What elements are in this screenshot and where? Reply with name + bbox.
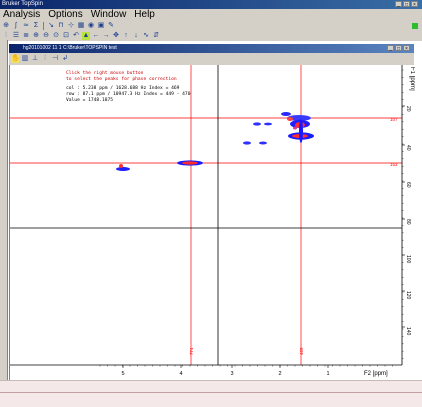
window-controls: _ □ × — [395, 1, 418, 8]
zoom-in-icon[interactable]: ⊕ — [32, 32, 40, 40]
phase-mode-icon[interactable]: ✋ — [11, 55, 20, 63]
close-button[interactable]: × — [411, 1, 418, 8]
zoom-out-icon[interactable]: ⊖ — [42, 32, 50, 40]
toolbar-2: ⫶ ☰ ≣ ⊕ ⊖ ⊙ ⊡ ↶ ▲ ← → ✥ ↑ ↓ ∿ ⇵ — [0, 31, 422, 41]
spectrum-plot[interactable]: Click the right mouse button to select t… — [10, 65, 415, 380]
info-line-5: Value = 1748.1875 — [66, 97, 113, 103]
f1-tick-label: 40 — [405, 145, 411, 151]
status-bar — [0, 380, 422, 407]
smooth-icon[interactable]: ∿ — [142, 32, 150, 40]
return-icon[interactable]: ↲ — [61, 55, 69, 63]
minimize-button[interactable]: _ — [395, 1, 402, 8]
spectrum-window-title-bar: hg20101002 11 1 C:\Bruker\TOPSPIN test _… — [9, 44, 414, 53]
contour-level-icon[interactable]: ▲ — [82, 32, 90, 40]
baseline-icon[interactable]: ≃ — [22, 22, 30, 30]
f1-tick-label: 80 — [405, 219, 411, 225]
zoom-region-icon[interactable]: ⊡ — [62, 32, 70, 40]
f2-tick-label: 1 — [327, 371, 330, 377]
phase-icon[interactable]: ⊕ — [2, 22, 10, 30]
menu-help[interactable]: Help — [134, 9, 155, 21]
undo-zoom-icon[interactable]: ↶ — [72, 32, 80, 40]
f1-tick-label: 100 — [405, 255, 411, 264]
row-icon[interactable]: ⊣ — [51, 55, 59, 63]
f2-tick-label: 5 — [122, 371, 125, 377]
peak-pick-icon[interactable]: ↘ — [47, 22, 55, 30]
f1-tick-label: 20 — [405, 106, 411, 112]
scale-down-icon[interactable]: ⊥ — [31, 55, 39, 63]
f2-tick-label: 4 — [180, 371, 183, 377]
split-icon[interactable]: ⫶ — [2, 32, 10, 40]
column-icon[interactable]: ⫶ — [41, 55, 49, 63]
menu-window[interactable]: Window — [91, 9, 127, 21]
f1-tick-label: 120 — [405, 291, 411, 300]
toolbar-1: ⊕ ∫ ≃ Σ ↘ ⊓ ⊹ ▦ ◉ ▣ ✎ — [0, 21, 422, 31]
menu-options[interactable]: Options — [48, 9, 82, 21]
spectrum-maximize-button[interactable]: □ — [395, 45, 402, 52]
sigma-icon[interactable]: Σ — [32, 22, 40, 30]
spectrum-minimize-button[interactable]: _ — [387, 45, 394, 52]
f1-axis-ticks: 20 40 60 80 100 120 140 — [402, 69, 411, 359]
f1-axis-label: F1 [ppm] — [409, 67, 415, 91]
spectrum-toolbar: ✋ ▥ ⊥ ⫶ ⊣ ↲ — [9, 53, 414, 65]
cursor-icon[interactable]: ⊹ — [67, 22, 75, 30]
contour-icon[interactable]: ◉ — [87, 22, 95, 30]
region-icon[interactable]: ▥ — [21, 55, 29, 63]
integrate-icon[interactable]: ∫ — [12, 22, 20, 30]
menu-bar: Analysis Options Window Help — [0, 9, 422, 21]
peak-cluster-left — [116, 160, 203, 171]
status-green-icon — [412, 23, 418, 29]
row-marker-1: 107 — [390, 117, 398, 122]
move-icon[interactable]: ✥ — [112, 32, 120, 40]
f2-axis-label: F2 [ppm] — [364, 371, 388, 377]
col-marker-1: 774 — [189, 347, 194, 355]
menu-analysis[interactable]: Analysis — [3, 9, 40, 21]
arrow-up-icon[interactable]: ↑ — [122, 32, 130, 40]
arrow-down-icon[interactable]: ↓ — [132, 32, 140, 40]
info-text-block: Click the right mouse button to select t… — [66, 70, 191, 103]
f1-tick-label: 140 — [405, 327, 411, 336]
arrow-right-icon[interactable]: → — [102, 32, 110, 40]
pen-icon[interactable]: ✎ — [107, 22, 115, 30]
toolbar-separator — [43, 22, 44, 30]
f1-tick-label: 60 — [405, 182, 411, 188]
left-panel — [0, 40, 8, 380]
status-divider — [0, 392, 422, 393]
info-line-1: Click the right mouse button — [66, 70, 144, 76]
f2-axis-ticks: 5 4 3 2 1 — [99, 365, 393, 377]
arrow-left-icon[interactable]: ← — [92, 32, 100, 40]
spectrum-window-title: hg20101002 11 1 C:\Bruker\TOPSPIN test — [23, 45, 117, 51]
app-title-bar: Bruker TopSpin _ □ × — [0, 0, 422, 9]
spectrum-window-controls: _ □ × — [387, 45, 410, 52]
multi-display-icon[interactable]: ☰ — [12, 32, 20, 40]
maximize-button[interactable]: □ — [403, 1, 410, 8]
multiplet-icon[interactable]: ⊓ — [57, 22, 65, 30]
grid-icon[interactable]: ▣ — [97, 22, 105, 30]
f2-tick-label: 3 — [231, 371, 234, 377]
info-line-3: col : 5.238 ppm / 1628.688 Hz Index = 46… — [66, 85, 180, 91]
spectrum-close-button[interactable]: × — [403, 45, 410, 52]
f2-tick-label: 2 — [279, 371, 282, 377]
table-icon[interactable]: ▦ — [77, 22, 85, 30]
info-line-4: row : 87.1 ppm / 10947.3 Hz Index = 449 … — [66, 91, 191, 97]
zoom-reset-icon[interactable]: ⊙ — [52, 32, 60, 40]
row-marker-2: 153 — [390, 162, 398, 167]
col-marker-2: 469 — [299, 347, 304, 355]
stack-icon[interactable]: ≣ — [22, 32, 30, 40]
info-line-2: to select the peaks for phase correction — [66, 76, 177, 82]
scale-icon[interactable]: ⇵ — [152, 32, 160, 40]
spectrum-display[interactable]: Click the right mouse button to select t… — [9, 65, 415, 380]
app-title: Bruker TopSpin — [2, 1, 43, 7]
peak-cluster-right — [243, 112, 314, 145]
